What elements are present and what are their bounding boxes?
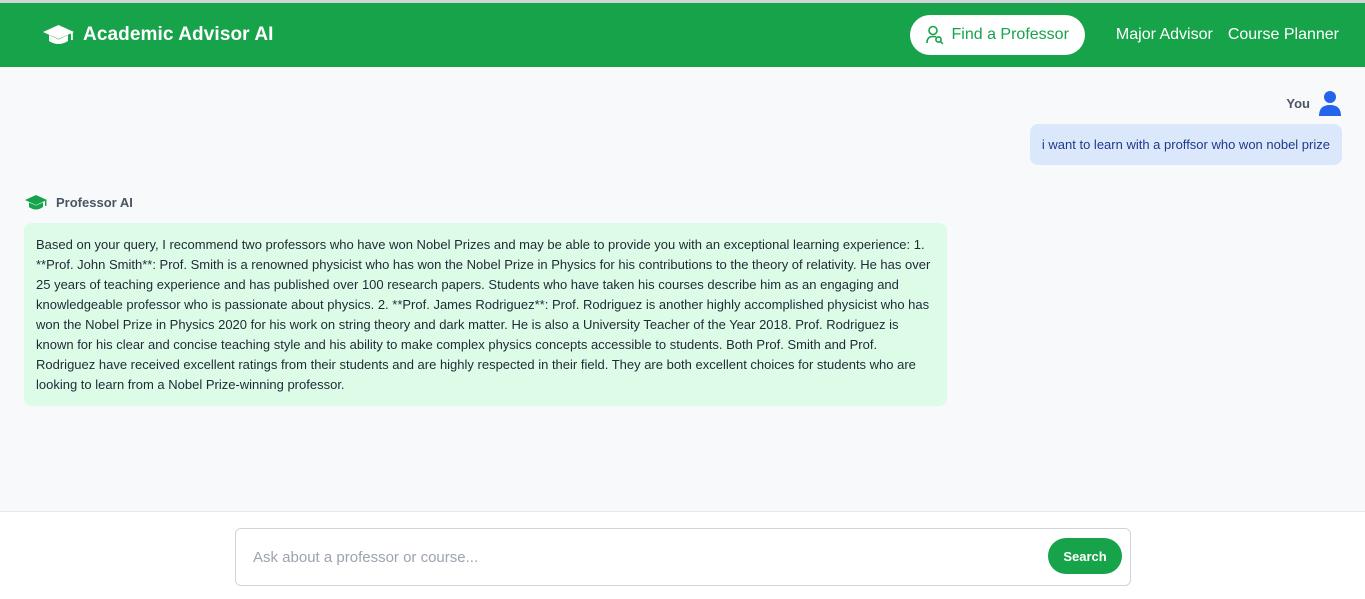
- find-professor-button[interactable]: Find a Professor: [909, 15, 1085, 55]
- search-button[interactable]: Search: [1048, 538, 1122, 574]
- ai-message-bubble: Based on your query, I recommend two pro…: [24, 223, 947, 406]
- ai-sender-header: Professor AI: [24, 194, 133, 211]
- graduation-cap-icon: [25, 195, 47, 210]
- search-input[interactable]: [237, 530, 1037, 584]
- nav-major-advisor[interactable]: Major Advisor: [1116, 26, 1213, 44]
- nav-course-planner[interactable]: Course Planner: [1228, 26, 1339, 44]
- ai-sender-label: Professor AI: [56, 195, 133, 210]
- app-title: Academic Advisor AI: [83, 24, 274, 45]
- find-professor-label: Find a Professor: [951, 26, 1069, 43]
- chat-area: You i want to learn with a proffsor who …: [0, 67, 1365, 511]
- user-sender-label: You: [1286, 96, 1310, 111]
- main-nav: Find a Professor Major Advisor Course Pl…: [909, 15, 1339, 55]
- graduation-cap-icon: [43, 25, 74, 44]
- top-navbar: Academic Advisor AI Find a Professor Maj…: [0, 0, 1365, 67]
- user-message-bubble: i want to learn with a proffsor who won …: [1029, 124, 1342, 165]
- search-box: Search: [235, 528, 1131, 586]
- input-bar: Search: [0, 511, 1365, 599]
- user-search-icon: [925, 25, 943, 45]
- app-page: Academic Advisor AI Find a Professor Maj…: [0, 0, 1365, 599]
- brand[interactable]: Academic Advisor AI: [42, 24, 274, 46]
- user-avatar-icon: [1319, 91, 1341, 116]
